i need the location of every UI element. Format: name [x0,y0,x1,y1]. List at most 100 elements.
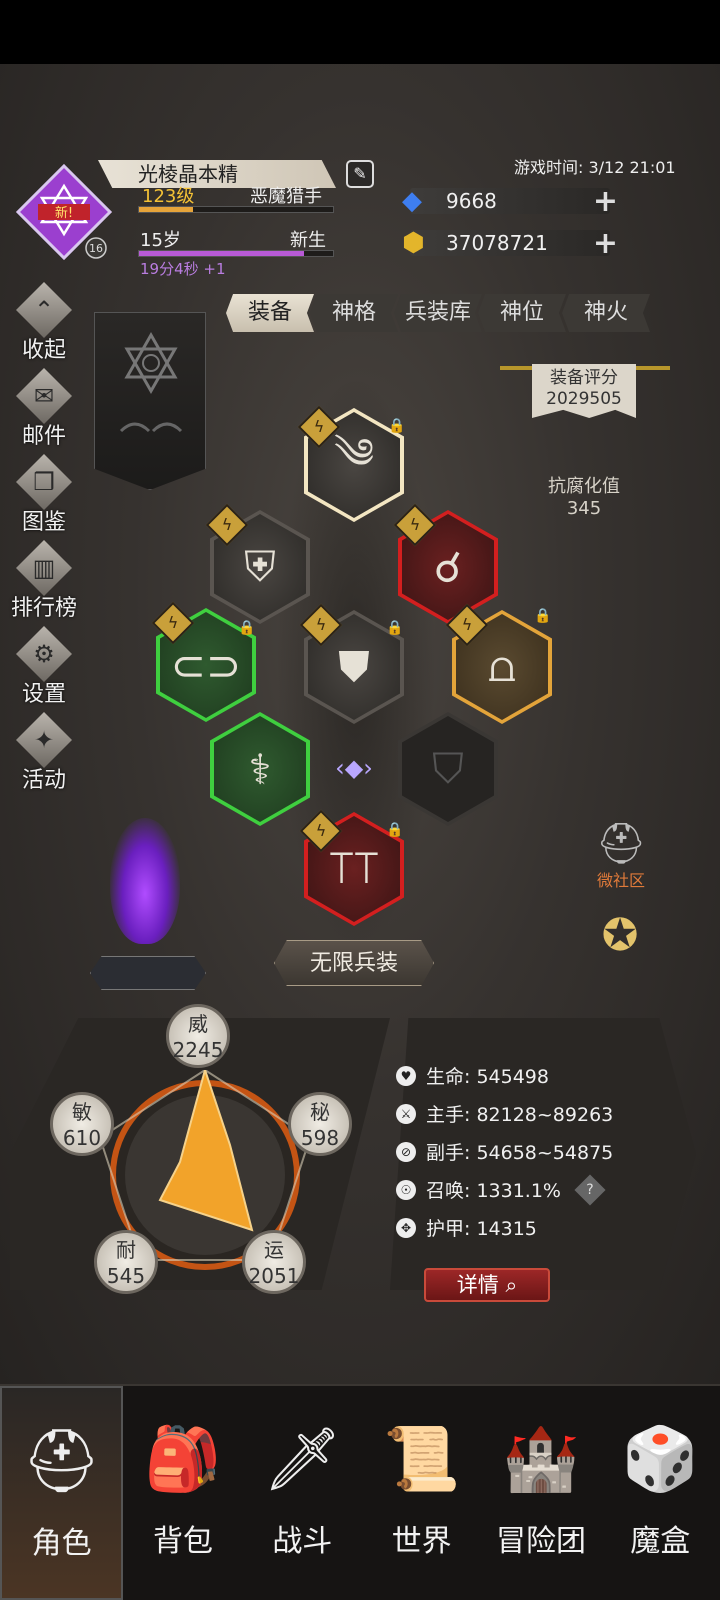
collapse-button[interactable]: ⌃ 收起 [8,282,80,364]
tab-god-seat[interactable]: 神位 [478,294,566,332]
attribute-yun-value: 2051 [248,1264,300,1288]
stat-summon-text: 召唤: 1331.1% [426,1180,561,1202]
codex-button[interactable]: ❒ 图鉴 [8,454,80,536]
attribute-wei: 威 2245 [166,1004,230,1068]
gold-value: 37078721 [446,231,548,255]
summon-icon: ☉ [396,1179,416,1200]
guild-banner[interactable] [94,312,206,490]
nav-guild[interactable]: 🏰 冒险团 [481,1386,600,1600]
details-label: 详情 [456,1273,499,1297]
honor-badge-icon[interactable]: ✪ [588,910,652,974]
viking-helmet-icon: ⛑ [22,1424,102,1497]
svg-text:新!: 新! [55,205,73,221]
tab-armory[interactable]: 兵装库 [394,294,482,332]
score-label: 装备评分 [550,368,618,388]
purple-flame-icon[interactable] [110,818,180,944]
gem-counter: ◆ 9668 + [402,184,618,219]
nav-character[interactable]: ⛑ 角色 [0,1386,124,1600]
stat-hp-text: 生命: 545498 [426,1066,549,1088]
status-bar [0,0,720,64]
avatar[interactable]: 新! 16 [16,164,112,260]
stat-off-hand-text: 副手: 54658~54875 [426,1142,614,1164]
backpack-icon: 🎒 [144,1422,222,1495]
sword-icon: ⚔ [396,1103,416,1124]
castle-icon: 🏰 [502,1422,580,1495]
lightning-icon: ϟ [315,615,327,634]
lightning-icon: ϟ [167,613,179,632]
lightning-icon: ϟ [221,515,233,534]
attribute-nai: 耐 545 [94,1230,158,1294]
hexagram-icon [119,331,183,433]
add-gems-button[interactable]: + [593,184,618,219]
player-level: 123级 [142,186,195,207]
attribute-yun: 运 2051 [242,1230,306,1294]
event-icon: ✦ [16,712,72,768]
mail-icon: ✉ [16,368,72,424]
nav-world-label: 世界 [391,1524,452,1559]
stat-armor: ✥ 护甲: 14315 [396,1214,537,1241]
magic-cube-icon: 🎲 [621,1422,699,1495]
nav-world[interactable]: 📜 世界 [362,1386,481,1600]
pedestal [90,956,206,990]
collapse-icon: ⌃ [16,282,72,338]
level-progress-fill [139,207,194,212]
tab-equipment[interactable]: 装备 [226,294,314,332]
player-age: 15岁 [140,230,181,251]
nav-backpack[interactable]: 🎒 背包 [123,1386,242,1600]
lock-icon: 🔒 [388,418,406,434]
nav-character-label: 角色 [31,1526,92,1561]
magnifier-icon: ⌕ [505,1273,518,1297]
attribute-min-label: 敏 [72,1100,92,1124]
nav-battle-label: 战斗 [272,1524,333,1559]
tab-divine-fire[interactable]: 神火 [562,294,650,332]
stat-armor-text: 护甲: 14315 [426,1218,537,1240]
gem-icon: ◆ [402,186,422,216]
scroll-map-icon: 📜 [383,1422,461,1495]
age-timer: 19分4秒 +1 [140,260,226,278]
stat-main-hand: ⚔ 主手: 82128~89263 [396,1100,613,1127]
level-progress-bar [138,206,334,213]
settings-button[interactable]: ⚙ 设置 [8,626,80,708]
leaderboard-icon: ▥ [16,540,72,596]
gold-icon: ⬢ [402,228,425,258]
attribute-mi-value: 598 [300,1126,340,1150]
player-class: 恶魔猎手 [250,186,322,207]
attribute-wei-label: 威 [188,1012,208,1036]
helmet-icon: ⛑ [595,821,647,867]
nav-guild-label: 冒险团 [495,1524,586,1559]
age-progress-bar [138,250,334,257]
gem-value: 9668 [446,189,497,213]
corruption-resistance: 抗腐化值 345 [534,476,634,520]
summon-help-button[interactable]: ? [574,1173,606,1206]
tab-divinity[interactable]: 神格 [310,294,398,332]
heart-icon: ♥ [396,1065,416,1086]
player-stage: 新生 [290,230,326,251]
lock-icon: 🔒 [386,620,404,636]
lock-icon: 🔒 [386,822,404,838]
attribute-nai-label: 耐 [116,1238,136,1262]
game-time: 游戏时间: 3/12 21:01 [514,158,676,177]
stat-main-hand-text: 主手: 82128~89263 [426,1104,614,1126]
events-button[interactable]: ✦ 活动 [8,712,80,794]
nav-battle[interactable]: 🗡 战斗 [243,1386,362,1600]
infinite-armament-button[interactable]: 无限兵装 [274,940,434,986]
corruption-value: 345 [566,498,602,519]
character-screen: 新! 16 光棱晶本精 ✎ 123级 恶魔猎手 15岁 新生 19分4秒 +1 … [0,64,720,1384]
swap-weapons-button[interactable]: ‹◆› [318,754,390,784]
stat-off-hand: ⊘ 副手: 54658~54875 [396,1138,613,1165]
lock-icon: 🔒 [238,620,256,636]
mail-button[interactable]: ✉ 邮件 [8,368,80,450]
whip-icon: ⚕ [214,716,306,822]
bottom-nav: ⛑ 角色 🎒 背包 🗡 战斗 📜 世界 🏰 冒险团 🎲 魔盒 [0,1384,720,1600]
equipment-score: 装备评分 2029505 [532,364,636,418]
leaderboard-button[interactable]: ▥ 排行榜 [8,540,80,622]
edit-name-button[interactable]: ✎ [346,160,374,188]
nav-magic-box[interactable]: 🎲 魔盒 [601,1386,720,1600]
pencil-icon: ✎ [353,164,367,183]
lock-icon: 🔒 [534,608,552,624]
age-progress-fill [139,251,304,256]
add-gold-button[interactable]: + [593,226,618,261]
attribute-mi-label: 秘 [310,1100,330,1124]
community-button[interactable]: ⛑ 微社区 [586,820,656,891]
details-button[interactable]: 详情 ⌕ [424,1268,550,1302]
